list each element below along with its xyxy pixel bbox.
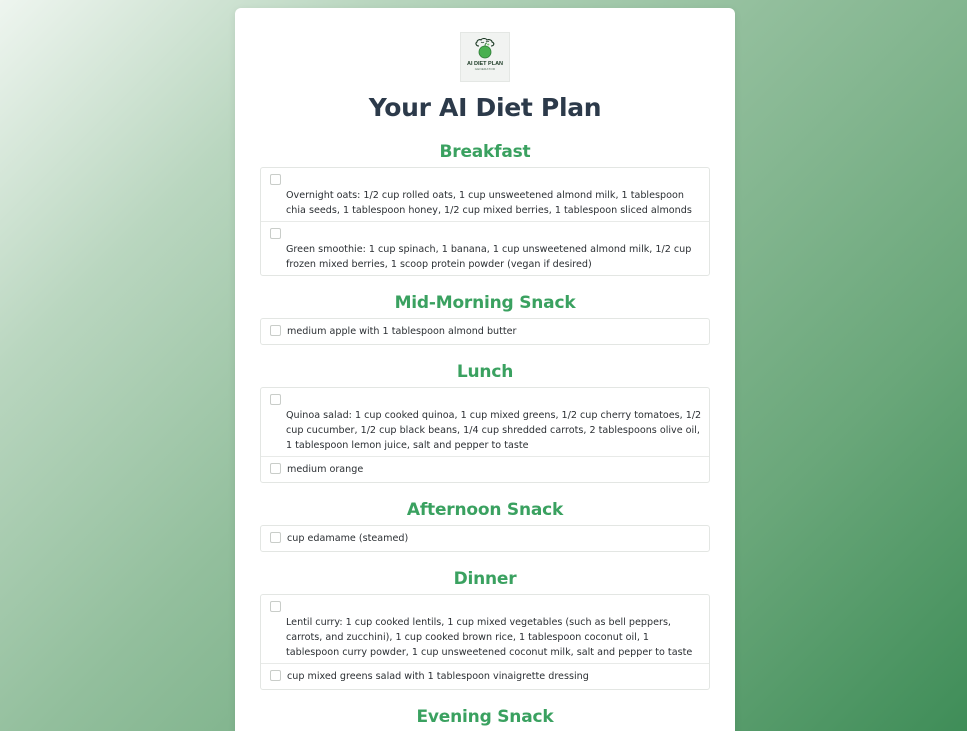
list-item: Quinoa salad: 1 cup cooked quinoa, 1 cup… bbox=[261, 388, 709, 456]
section-title-breakfast: Breakfast bbox=[439, 142, 531, 162]
meal-list-afternoon-snack: cup edamame (steamed) bbox=[260, 525, 710, 552]
section-title-lunch: Lunch bbox=[456, 362, 514, 382]
logo-subtitle: GENERATOR bbox=[474, 67, 496, 71]
meal-list-mid-morning-snack: medium apple with 1 tablespoon almond bu… bbox=[260, 318, 710, 345]
section-title-afternoon-snack: Afternoon Snack bbox=[406, 500, 564, 520]
brain-apple-icon bbox=[475, 38, 495, 59]
meal-checkbox[interactable] bbox=[270, 394, 281, 405]
section-title-evening-snack: Evening Snack bbox=[416, 707, 554, 727]
logo-container: AI DIET PLAN GENERATOR bbox=[260, 32, 710, 82]
page-title: Your AI Diet Plan bbox=[368, 93, 602, 122]
meal-item-text: cup edamame (steamed) bbox=[287, 533, 409, 544]
meal-item-text: Quinoa salad: 1 cup cooked quinoa, 1 cup… bbox=[286, 410, 702, 451]
meal-checkbox[interactable] bbox=[270, 174, 281, 185]
meal-checkbox[interactable] bbox=[270, 228, 281, 239]
meal-item-text: Overnight oats: 1/2 cup rolled oats, 1 c… bbox=[286, 190, 692, 216]
list-item: Green smoothie: 1 cup spinach, 1 banana,… bbox=[261, 221, 709, 275]
meal-list-dinner: Lentil curry: 1 cup cooked lentils, 1 cu… bbox=[260, 594, 710, 690]
meal-item-text: cup mixed greens salad with 1 tablespoon… bbox=[287, 671, 589, 682]
list-item: Lentil curry: 1 cup cooked lentils, 1 cu… bbox=[261, 595, 709, 663]
meal-item-text: medium orange bbox=[287, 464, 364, 475]
list-item: cup edamame (steamed) bbox=[261, 526, 709, 551]
list-item: medium orange bbox=[261, 456, 709, 482]
meal-list-lunch: Quinoa salad: 1 cup cooked quinoa, 1 cup… bbox=[260, 387, 710, 483]
list-item: Overnight oats: 1/2 cup rolled oats, 1 c… bbox=[261, 168, 709, 221]
meal-checkbox[interactable] bbox=[270, 463, 281, 474]
meal-checkbox[interactable] bbox=[270, 325, 281, 336]
meal-checkbox[interactable] bbox=[270, 601, 281, 612]
diet-plan-card: AI DIET PLAN GENERATOR Your AI Diet Plan… bbox=[235, 8, 735, 731]
meal-item-text: medium apple with 1 tablespoon almond bu… bbox=[287, 326, 517, 337]
meal-checkbox[interactable] bbox=[270, 532, 281, 543]
app-logo: AI DIET PLAN GENERATOR bbox=[460, 32, 510, 82]
meal-checkbox[interactable] bbox=[270, 670, 281, 681]
section-title-mid-morning-snack: Mid-Morning Snack bbox=[394, 293, 576, 313]
list-item: medium apple with 1 tablespoon almond bu… bbox=[261, 319, 709, 344]
meal-item-text: Lentil curry: 1 cup cooked lentils, 1 cu… bbox=[286, 617, 693, 658]
meal-item-text: Green smoothie: 1 cup spinach, 1 banana,… bbox=[286, 244, 692, 270]
section-title-dinner: Dinner bbox=[453, 569, 517, 589]
meal-list-breakfast: Overnight oats: 1/2 cup rolled oats, 1 c… bbox=[260, 167, 710, 276]
list-item: cup mixed greens salad with 1 tablespoon… bbox=[261, 663, 709, 689]
